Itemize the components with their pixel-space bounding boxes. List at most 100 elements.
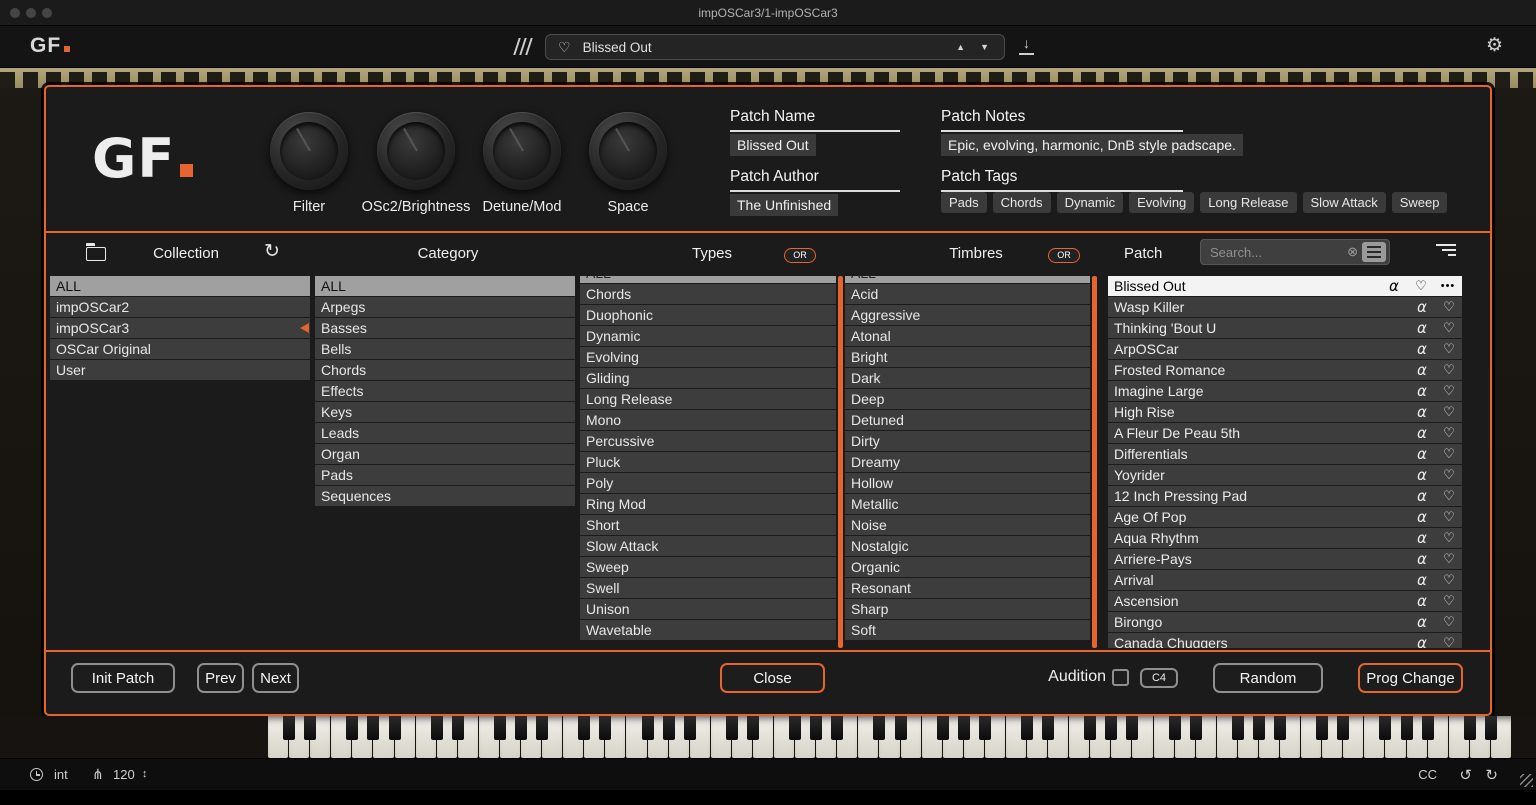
black-key[interactable] — [979, 716, 991, 740]
timbre-item[interactable]: Bright — [845, 347, 1090, 367]
timbre-item[interactable]: Metallic — [845, 494, 1090, 514]
type-item[interactable]: Ring Mod — [580, 494, 836, 514]
favorite-heart-icon[interactable]: ♡ — [1436, 549, 1462, 569]
alpha-badge-icon[interactable]: α — [1408, 633, 1436, 648]
black-key[interactable] — [1105, 716, 1117, 740]
alpha-badge-icon[interactable]: α — [1408, 444, 1436, 464]
category-item[interactable]: Organ — [315, 444, 575, 464]
category-item[interactable]: Arpegs — [315, 297, 575, 317]
type-item[interactable]: Duophonic — [580, 305, 836, 325]
search-menu-icon[interactable] — [1362, 242, 1386, 262]
black-key[interactable] — [1485, 716, 1497, 740]
type-item[interactable]: Swell — [580, 578, 836, 598]
patch-item[interactable]: Frosted Romance α ♡ ••• — [1108, 360, 1462, 380]
black-key[interactable] — [1126, 716, 1138, 740]
patch-item[interactable]: Arriere-Pays α ♡ ••• — [1108, 549, 1462, 569]
black-key[interactable] — [958, 716, 970, 740]
black-key[interactable] — [810, 716, 822, 740]
refresh-icon[interactable]: ↻ — [264, 240, 280, 263]
timbre-item[interactable]: Soft — [845, 620, 1090, 640]
patch-item[interactable]: Wasp Killer α ♡ ••• — [1108, 297, 1462, 317]
category-item[interactable]: Sequences — [315, 486, 575, 506]
category-item[interactable]: Bells — [315, 339, 575, 359]
black-key[interactable] — [663, 716, 675, 740]
alpha-badge-icon[interactable]: α — [1408, 486, 1436, 506]
timbre-item[interactable]: Dirty — [845, 431, 1090, 451]
black-key[interactable] — [1274, 716, 1286, 740]
timbres-or-toggle[interactable]: OR — [1048, 248, 1080, 263]
favorite-heart-icon[interactable]: ♡ — [1436, 570, 1462, 590]
category-item[interactable]: Chords — [315, 360, 575, 380]
favorite-heart-icon[interactable]: ♡ — [1408, 276, 1434, 296]
patch-item[interactable]: Canada Chuggers α ♡ ••• — [1108, 633, 1462, 648]
type-item[interactable]: Unison — [580, 599, 836, 619]
patch-item[interactable]: Aqua Rhythm α ♡ ••• — [1108, 528, 1462, 548]
favorite-heart-icon[interactable]: ♡ — [1436, 465, 1462, 485]
black-key[interactable] — [599, 716, 611, 740]
black-key[interactable] — [1021, 716, 1033, 740]
favorite-heart-icon[interactable]: ♡ — [1436, 507, 1462, 527]
alpha-badge-icon[interactable]: α — [1408, 402, 1436, 422]
black-key[interactable] — [873, 716, 885, 740]
black-key[interactable] — [937, 716, 949, 740]
next-button[interactable]: Next — [252, 663, 299, 693]
space-knob[interactable] — [589, 112, 667, 190]
patch-item[interactable]: Age Of Pop α ♡ ••• — [1108, 507, 1462, 527]
patch-item[interactable]: Ascension α ♡ ••• — [1108, 591, 1462, 611]
black-key[interactable] — [1464, 716, 1476, 740]
timbre-item[interactable]: Atonal — [845, 326, 1090, 346]
black-key[interactable] — [726, 716, 738, 740]
search-input[interactable] — [1201, 245, 1343, 260]
category-item[interactable]: Basses — [315, 318, 575, 338]
black-key[interactable] — [1232, 716, 1244, 740]
preset-up-icon[interactable]: ▲ — [956, 42, 965, 52]
timbre-item[interactable]: Organic — [845, 557, 1090, 577]
black-key[interactable] — [895, 716, 907, 740]
type-item[interactable]: Percussive — [580, 431, 836, 451]
collection-item[interactable]: OSCar Original — [50, 339, 310, 359]
black-key[interactable] — [367, 716, 379, 740]
black-key[interactable] — [684, 716, 696, 740]
black-key[interactable] — [304, 716, 316, 740]
type-item[interactable]: Sweep — [580, 557, 836, 577]
alpha-badge-icon[interactable]: α — [1408, 297, 1436, 317]
detune-mod-knob[interactable] — [483, 112, 561, 190]
type-item[interactable]: Short — [580, 515, 836, 535]
preset-down-icon[interactable]: ▼ — [980, 42, 989, 52]
timbre-item[interactable]: Aggressive — [845, 305, 1090, 325]
prog-change-button[interactable]: Prog Change — [1358, 663, 1463, 693]
black-key[interactable] — [578, 716, 590, 740]
category-item[interactable]: Effects — [315, 381, 575, 401]
osc2-brightness-knob[interactable] — [377, 112, 455, 190]
timbre-item[interactable]: Hollow — [845, 473, 1090, 493]
collection-item[interactable]: ALL — [50, 276, 310, 296]
favorite-heart-icon[interactable]: ♡ — [1436, 402, 1462, 422]
alpha-badge-icon[interactable]: α — [1408, 381, 1436, 401]
alpha-badge-icon[interactable]: α — [1408, 549, 1436, 569]
category-item[interactable]: Pads — [315, 465, 575, 485]
patch-item[interactable]: Birongo α ♡ ••• — [1108, 612, 1462, 632]
timbre-item[interactable]: Deep — [845, 389, 1090, 409]
black-key[interactable] — [1337, 716, 1349, 740]
search-clear-icon[interactable]: ⊗ — [1343, 244, 1362, 260]
black-key[interactable] — [494, 716, 506, 740]
types-scrollbar[interactable] — [838, 276, 843, 648]
timbre-item[interactable]: Nostalgic — [845, 536, 1090, 556]
category-item[interactable]: ALL — [315, 276, 575, 296]
type-item[interactable]: Poly — [580, 473, 836, 493]
alpha-badge-icon[interactable]: α — [1380, 276, 1408, 296]
favorite-heart-icon[interactable]: ♡ — [1436, 318, 1462, 338]
favorite-heart-icon[interactable]: ♡ — [1436, 360, 1462, 380]
favorite-heart-icon[interactable]: ♡ — [1436, 486, 1462, 506]
timbre-item[interactable]: Dreamy — [845, 452, 1090, 472]
favorite-heart-icon[interactable]: ♡ — [1436, 297, 1462, 317]
collection-item[interactable]: impOSCar2 — [50, 297, 310, 317]
timbre-item[interactable]: Acid — [845, 284, 1090, 304]
type-item[interactable]: Slow Attack — [580, 536, 836, 556]
patch-item[interactable]: 12 Inch Pressing Pad α ♡ ••• — [1108, 486, 1462, 506]
alpha-badge-icon[interactable]: α — [1408, 507, 1436, 527]
black-key[interactable] — [1316, 716, 1328, 740]
black-key[interactable] — [1253, 716, 1265, 740]
alpha-badge-icon[interactable]: α — [1408, 465, 1436, 485]
random-button[interactable]: Random — [1213, 663, 1323, 693]
